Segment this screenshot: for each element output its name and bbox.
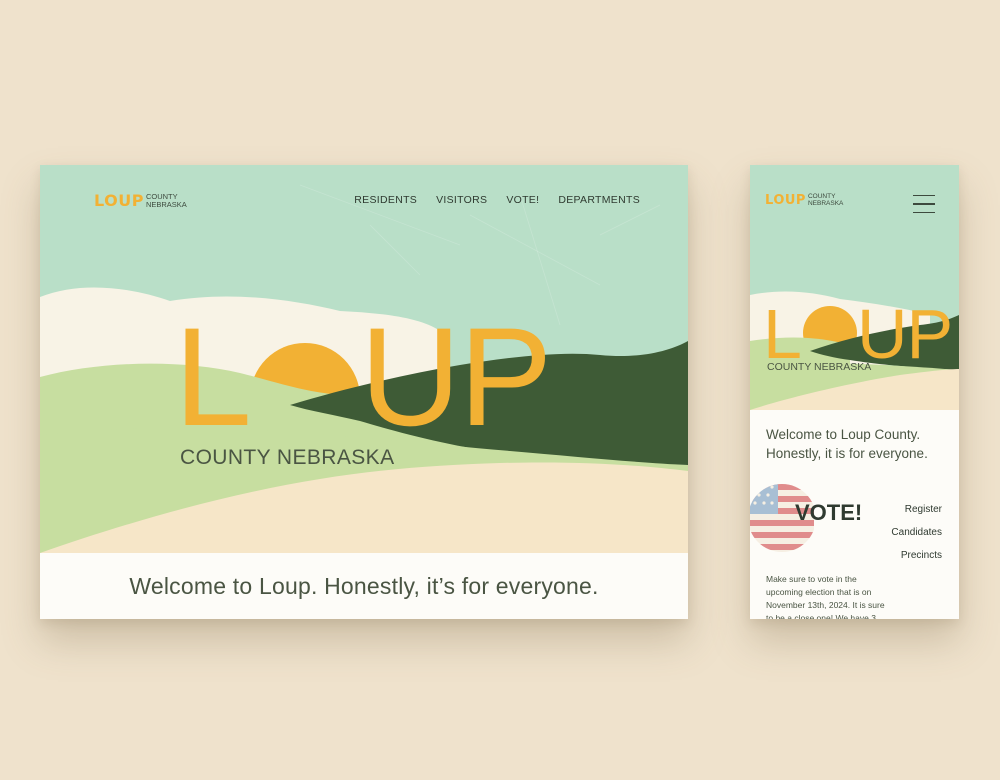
desktop-mockup: LOUP COUNTY NEBRASKA RESIDENTS VISITORS …: [40, 165, 688, 619]
hero-letter-l: L: [174, 298, 252, 455]
welcome-text: Welcome to Loup. Honestly, it’s for ever…: [129, 572, 599, 599]
site-logo[interactable]: LOUP COUNTY NEBRASKA: [94, 191, 187, 210]
main-nav: RESIDENTS VISITORS VOTE! DEPARTMENTS: [354, 194, 640, 206]
nav-residents[interactable]: RESIDENTS: [354, 194, 417, 206]
mobile-logo-mark: LOUP: [765, 193, 806, 208]
vote-links: Register Candidates Precincts: [891, 504, 942, 573]
vote-paragraph: Make sure to vote in the upcoming electi…: [766, 574, 885, 619]
hero-letters-up: UP: [359, 298, 552, 455]
mobile-hero-wordmark: L UP: [763, 299, 953, 369]
welcome-band: Welcome to Loup. Honestly, it’s for ever…: [40, 553, 688, 619]
hamburger-menu-icon[interactable]: [913, 195, 935, 215]
nav-departments[interactable]: DEPARTMENTS: [558, 194, 640, 206]
hamburger-bar: [913, 203, 935, 205]
vote-heading: VOTE!: [795, 500, 863, 525]
mobile-mockup: LOUP COUNTY NEBRASKA L UP COUNTY NEBRASKA…: [750, 165, 959, 619]
hero-wordmark: L UP: [174, 307, 552, 447]
link-candidates[interactable]: Candidates: [891, 527, 942, 538]
logo-subtitle-line-2: NEBRASKA: [145, 199, 187, 209]
link-precincts[interactable]: Precincts: [891, 550, 942, 561]
nav-vote[interactable]: VOTE!: [506, 194, 539, 206]
nav-visitors[interactable]: VISITORS: [436, 194, 487, 206]
hero-subtitle: COUNTY NEBRASKA: [180, 446, 395, 469]
mobile-logo-subtitle-line-2: NEBRASKA: [807, 199, 844, 207]
mobile-logo-subtitle: COUNTY NEBRASKA: [807, 193, 844, 207]
mobile-site-logo[interactable]: LOUP COUNTY NEBRASKA: [765, 193, 843, 208]
hamburger-bar: [913, 195, 935, 197]
mobile-welcome-text: Welcome to Loup County. Honestly, it is …: [766, 427, 928, 461]
logo-subtitle: COUNTY NEBRASKA: [146, 193, 187, 208]
mobile-content: Welcome to Loup County. Honestly, it is …: [750, 410, 959, 619]
link-register[interactable]: Register: [891, 504, 942, 515]
logo-mark: LOUP: [94, 191, 144, 210]
mobile-hero-subtitle: COUNTY NEBRASKA: [767, 361, 872, 373]
hamburger-bar: [913, 211, 935, 214]
